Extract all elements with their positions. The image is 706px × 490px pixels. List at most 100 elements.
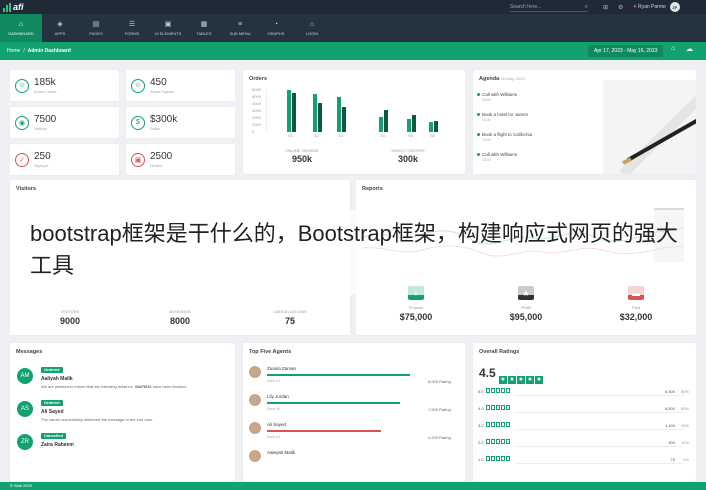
avatar[interactable]: AS — [17, 401, 33, 417]
user-icon: ☺ — [15, 78, 29, 93]
star-icon — [506, 422, 510, 427]
agenda-item-time: 10:30 — [482, 118, 491, 122]
stat-value: 250 — [34, 150, 51, 162]
avatar[interactable] — [249, 394, 261, 406]
nav-item-label: SUB MENU — [229, 30, 251, 36]
star-icon — [506, 439, 510, 444]
stat-card: ▣ 2500 Orders — [126, 144, 235, 175]
date-range-picker[interactable]: Apr 17, 2023 - May 16, 2023 — [588, 45, 664, 57]
stat-text: 450 Active Agents — [150, 76, 174, 94]
rating-row-percent: 10% — [680, 440, 689, 445]
agenda-item[interactable]: Book a hotel for James 10:30 — [482, 112, 528, 122]
stat-body: ▣ 2500 Orders — [126, 144, 235, 175]
nav-item-forms[interactable]: ☰ FORMS — [114, 14, 150, 42]
agenda-title: Agenda — [479, 76, 500, 82]
star-icon — [491, 456, 495, 461]
agent-rating-bar — [267, 374, 410, 376]
brand-logo[interactable]: afi — [0, 0, 50, 14]
rating-row-count: 8,500 — [664, 406, 675, 411]
rating-row-percent: 80% — [680, 389, 689, 394]
agenda-dot — [477, 153, 480, 156]
stat-text: $300k Sales — [150, 114, 177, 131]
agent-name[interactable]: Aaleyah Malik — [267, 450, 295, 455]
rating-average: 4.5 — [479, 366, 496, 380]
bar[interactable] — [313, 94, 317, 132]
status-badge: Cancelled — [41, 433, 66, 439]
stat-body: $ $300k Sales — [126, 107, 235, 138]
visitor-stat-value: 75 — [284, 316, 295, 326]
nav-item-label: PAGES — [89, 31, 103, 36]
user-menu[interactable]: Ryan Parme ZF — [638, 0, 680, 14]
bar[interactable] — [342, 106, 346, 132]
star-icon — [506, 388, 510, 393]
avatar[interactable] — [249, 450, 261, 462]
message-sender[interactable]: Zaira Raheem — [41, 442, 74, 448]
agent-rating-bar — [267, 402, 400, 404]
menu-icon: ≡ — [237, 20, 243, 28]
bar[interactable] — [379, 117, 383, 132]
star-icon — [486, 439, 490, 444]
agent-name[interactable]: Zuaina Zaman — [267, 366, 296, 371]
bar[interactable] — [287, 90, 291, 132]
stat-value: 185k — [34, 76, 56, 88]
grid-icon[interactable]: ⊞ — [603, 4, 608, 11]
y-tick-label: 3000 — [252, 108, 261, 113]
agent-name[interactable]: Lily Jordan — [267, 394, 289, 399]
agenda-item[interactable]: Book a flight to California 13:00 — [482, 132, 532, 142]
visitor-stat-value: 9000 — [59, 316, 81, 326]
star-icon — [501, 422, 505, 427]
avatar: ZF — [669, 2, 680, 12]
visitor-stat-label: BOOKINGS — [169, 309, 191, 314]
agenda-item[interactable]: Call with Williams 09:00 — [482, 92, 517, 102]
nav-item-sub-menu[interactable]: ≡ SUB MENU — [222, 14, 258, 42]
bar[interactable] — [337, 97, 341, 132]
bar[interactable] — [412, 115, 416, 132]
avatar[interactable] — [249, 366, 261, 378]
agenda-dot — [477, 93, 480, 96]
y-tick-label: 0 — [252, 129, 255, 134]
stat-text: 185k Active Users — [34, 76, 56, 94]
cloud-icon[interactable]: ☁ — [686, 45, 693, 53]
agenda-dot — [477, 113, 480, 116]
rating-row: 2.0 300 10% — [478, 439, 693, 447]
message-sender[interactable]: Aaliyah Malik — [41, 376, 73, 382]
agenda-item[interactable]: Call with Williams 15:00 — [482, 152, 517, 162]
bar[interactable] — [434, 120, 438, 132]
bar[interactable] — [384, 109, 388, 132]
bar[interactable] — [292, 92, 296, 132]
bell-icon[interactable]: ♦ — [633, 4, 636, 10]
avatar[interactable]: ZR — [17, 434, 33, 450]
bar[interactable] — [318, 103, 322, 132]
star-icon — [496, 405, 500, 410]
stat-value: 450 — [150, 76, 167, 88]
direct-orders-label: DIRECT ORDERS — [391, 148, 425, 153]
stat-card: ✓ 250 Signups — [10, 144, 119, 175]
agent-name[interactable]: Ali Sayed — [267, 422, 286, 427]
home-icon[interactable]: ⌂ — [671, 45, 675, 52]
orders-title: Orders — [249, 76, 268, 82]
report-label: Profit — [521, 305, 531, 310]
nav-item-dashboard[interactable]: ⌂ DASHBOARD — [0, 14, 42, 42]
settings-icon[interactable]: ⚙ — [618, 4, 623, 11]
stat-text: 7500 Visitors — [34, 114, 56, 131]
avatar[interactable] — [249, 422, 261, 434]
rating-row-track — [514, 446, 684, 447]
bar[interactable] — [407, 119, 411, 132]
breadcrumb-home[interactable]: Home — [7, 48, 20, 54]
star-icon — [496, 456, 500, 461]
bar[interactable] — [429, 122, 433, 132]
nav-item-tables[interactable]: ▦ TABLES — [186, 14, 222, 42]
avatar[interactable]: AM — [17, 368, 33, 384]
top-bar: afi Search here... ⌕ ⊞ ⚙ ♦ Ryan Parme ZF — [0, 0, 706, 14]
rating-row-track — [514, 463, 684, 464]
stat-text: 2500 Orders — [150, 151, 172, 168]
message-sender[interactable]: Ali Sayed — [41, 409, 64, 415]
search-input[interactable]: Search here... ⌕ — [510, 2, 588, 12]
nav-item-ui-elements[interactable]: ▣ UI ELEMENTS — [150, 14, 186, 42]
rating-row: 3.0 1,400 20% — [478, 422, 693, 430]
nav-item-apps[interactable]: ◈ APPS — [42, 14, 78, 42]
nav-item-graphs[interactable]: ◔ GRAPHS — [258, 14, 294, 42]
nav-item-pages[interactable]: ▤ PAGES — [78, 14, 114, 42]
nav-item-login[interactable]: ⌂ LOGIN — [294, 14, 330, 42]
star-icon — [486, 456, 490, 461]
